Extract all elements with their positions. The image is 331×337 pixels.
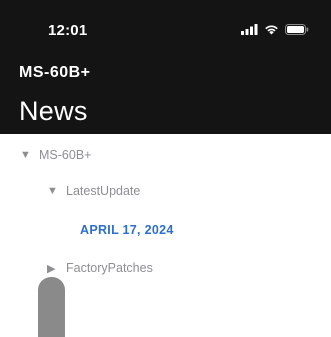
drag-handle[interactable] [38,277,65,337]
expanded-arrow-icon: ▼ [20,149,31,161]
wifi-icon [265,24,278,34]
app-header: 12:01 MS-60B+ News [0,0,331,134]
tree-node-label: LatestUpdate [66,184,141,198]
tree-node-root[interactable]: ▼ MS-60B+ [20,148,91,162]
tree-node-date[interactable]: APRIL 17, 2024 [80,223,174,237]
status-time: 12:01 [48,22,88,39]
device-name: MS-60B+ [19,64,91,81]
tree-node-label: FactoryPatches [66,261,153,275]
battery-icon [285,23,309,35]
signal-icon [241,23,258,35]
tree-node-label: MS-60B+ [39,148,92,162]
status-icons [241,22,309,36]
collapsed-arrow-icon: ▶ [47,262,56,275]
expanded-arrow-icon: ▼ [47,185,58,197]
page-title: News [19,96,88,126]
tree-node-factory-patches[interactable]: ▶ FactoryPatches [47,261,153,275]
news-date-link: APRIL 17, 2024 [80,223,174,237]
tree-node-latest-update[interactable]: ▼ LatestUpdate [47,184,140,198]
